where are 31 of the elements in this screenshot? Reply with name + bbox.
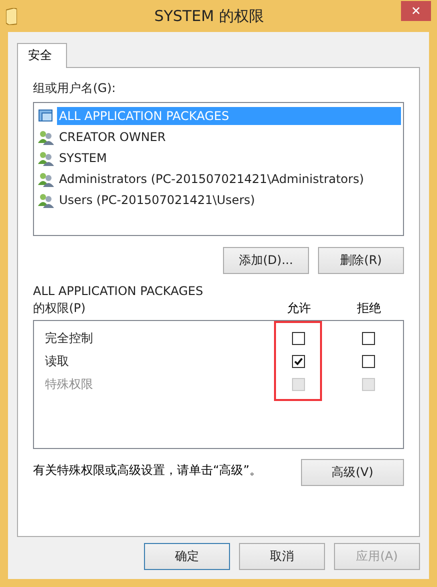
folder-icon [6,8,17,24]
users-icon [38,128,54,144]
advanced-note: 有关特殊权限或高级设置，请单击“高级”。 [33,462,262,479]
action-button[interactable]: 添加(D)... [223,247,309,274]
permission-name: 读取 [44,353,70,370]
window-title: SYSTEM 的权限 [153,6,265,26]
permissions-title: ALL APPLICATION PACKAGES [33,283,204,300]
action-button[interactable]: 删除(R) [318,247,404,274]
column-header: 允许 [286,300,312,317]
permission-name: 特殊权限 [44,376,94,393]
list-item[interactable]: SYSTEM [57,148,109,166]
users-icon [38,192,54,208]
permissions-label: 的权限(P) [33,300,87,317]
list-item[interactable]: CREATOR OWNER [57,128,168,146]
advanced-button[interactable]: 高级(V) [301,459,404,486]
permission-name: 完全控制 [44,330,94,347]
list-item[interactable]: Users (PC-201507021421\Users) [57,190,257,208]
dialog-button[interactable]: 取消 [239,543,325,570]
tab[interactable]: 安全 [17,43,67,68]
checkbox[interactable] [292,355,304,368]
users-icon [38,170,54,186]
computer-icon [38,108,54,124]
checkbox[interactable] [292,332,304,345]
list-item[interactable]: Administrators (PC-201507021421\Administrators) [57,170,366,188]
group-list-label: 组或用户名(G): [33,80,117,97]
checkbox[interactable] [362,355,374,368]
close-button[interactable]: ✕ [401,1,431,21]
column-header: 拒绝 [356,300,382,317]
checkbox[interactable] [362,332,374,345]
users-icon [38,150,54,166]
dialog-button[interactable]: 确定 [144,543,230,570]
